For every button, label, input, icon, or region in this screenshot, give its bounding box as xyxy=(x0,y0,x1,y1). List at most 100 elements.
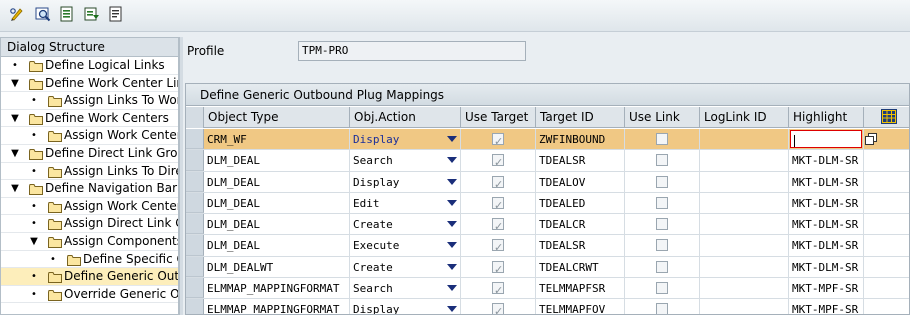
row-selector[interactable] xyxy=(186,192,204,214)
row-selector[interactable] xyxy=(186,235,204,256)
use-link-checkbox[interactable] xyxy=(656,303,668,314)
table-row[interactable]: CRM_WF Display ZWFINBOUND xyxy=(186,129,909,151)
column-header-use-target[interactable]: Use Target xyxy=(461,107,536,128)
obj-action-cell[interactable]: Create xyxy=(350,214,461,235)
use-link-checkbox[interactable] xyxy=(656,239,668,252)
column-header-highlight[interactable]: Highlight xyxy=(789,107,864,128)
use-target-checkbox[interactable] xyxy=(492,131,504,149)
obj-action-cell[interactable]: Display xyxy=(350,299,461,314)
dropdown-arrow-icon[interactable] xyxy=(447,285,457,292)
table-row[interactable]: DLM_DEAL Create TDEALCR MKT-DLM-SR xyxy=(186,214,909,236)
use-target-checkbox xyxy=(461,256,536,278)
table-row[interactable]: DLM_DEALWT Create TDEALCRWT MKT-DLM-SR xyxy=(186,256,909,279)
use-target-checkbox xyxy=(461,150,536,171)
dropdown-arrow-icon[interactable] xyxy=(447,199,457,206)
row-selector[interactable] xyxy=(186,299,204,314)
use-target-checkbox[interactable] xyxy=(492,280,504,298)
tree-item[interactable]: • Assign Direct Link Groups xyxy=(1,215,178,233)
loglink-id-cell xyxy=(700,192,789,214)
tree-item[interactable]: • Define Logical Links xyxy=(1,57,178,75)
tree-item[interactable]: • Define Generic Outbound Plug Mappings xyxy=(1,268,178,286)
table-row[interactable]: ELMMAP_MAPPINGFORMAT Search TELMMAPFSR MKT-… xyxy=(186,278,909,300)
use-target-checkbox[interactable] xyxy=(492,195,504,213)
use-link-checkbox[interactable] xyxy=(656,260,668,273)
use-target-checkbox[interactable] xyxy=(492,174,504,192)
tree-item[interactable]: ▼ Define Navigation Bar Profile xyxy=(1,180,178,198)
expand-arrow-icon[interactable]: ▼ xyxy=(29,233,39,250)
use-target-checkbox[interactable] xyxy=(492,237,504,256)
tree-item[interactable]: ▼ Define Work Centers xyxy=(1,110,178,128)
dropdown-arrow-icon[interactable] xyxy=(447,221,457,228)
tree-item[interactable]: • Assign Work Centers xyxy=(1,198,178,216)
column-header-loglink-id[interactable]: LogLink ID xyxy=(700,107,789,128)
row-selector[interactable] xyxy=(186,150,204,171)
obj-action-cell[interactable]: Search xyxy=(350,150,461,171)
column-header-target-id[interactable]: Target ID xyxy=(536,107,625,128)
tree-item[interactable]: • Override Generic OP Mappings xyxy=(1,286,178,304)
tree-item[interactable]: • Assign Links To Direct Link Groups xyxy=(1,163,178,181)
expand-arrow-icon[interactable]: ▼ xyxy=(10,180,20,197)
dropdown-arrow-icon[interactable] xyxy=(447,157,457,164)
highlight-input[interactable] xyxy=(790,130,862,149)
use-target-checkbox xyxy=(461,299,536,314)
panel-splitter[interactable] xyxy=(179,37,183,315)
dropdown-arrow-icon[interactable] xyxy=(447,242,457,249)
use-target-checkbox[interactable] xyxy=(492,301,504,314)
tree-item[interactable]: ▼ Define Direct Link Groups xyxy=(1,145,178,163)
tree-item-label: Assign Work Centers xyxy=(64,198,179,213)
obj-action-cell[interactable]: Display xyxy=(350,129,461,150)
row-selector[interactable] xyxy=(186,256,204,278)
dropdown-arrow-icon[interactable] xyxy=(447,306,457,313)
dropdown-arrow-icon[interactable] xyxy=(447,136,457,142)
highlight-cell[interactable] xyxy=(789,129,864,150)
table-row[interactable]: DLM_DEAL Execute TDEALSR MKT-DLM-SR xyxy=(186,235,909,257)
use-target-checkbox[interactable] xyxy=(492,216,504,234)
row-selector[interactable] xyxy=(186,171,204,192)
obj-action-cell[interactable]: Display xyxy=(350,171,461,192)
obj-action-cell[interactable]: Create xyxy=(350,256,461,278)
select-all-cell[interactable] xyxy=(186,107,204,128)
table-row[interactable]: DLM_DEAL Display TDEALOV MKT-DLM-SR xyxy=(186,171,909,193)
display-change-icon[interactable] xyxy=(8,5,26,23)
column-header-obj-action[interactable]: Obj.Action xyxy=(350,107,461,128)
use-link-checkbox[interactable] xyxy=(656,133,668,145)
list-icon[interactable] xyxy=(58,5,76,23)
table-row[interactable]: DLM_DEAL Search TDEALSR MKT-DLM-SR xyxy=(186,150,909,172)
table-row[interactable]: DLM_DEAL Edit TDEALED MKT-DLM-SR xyxy=(186,192,909,215)
table-row[interactable]: ELMMAP_MAPPINGFORMAT Display TELMMAPFOV MKT… xyxy=(186,299,909,314)
tree-item[interactable]: ▼ Define Work Center Links xyxy=(1,75,178,93)
column-header-object-type[interactable]: Object Type xyxy=(204,107,350,128)
export-icon[interactable] xyxy=(83,5,101,23)
expand-arrow-icon[interactable]: ▼ xyxy=(10,110,20,127)
find-icon[interactable] xyxy=(34,5,52,23)
table-settings-icon[interactable] xyxy=(881,109,897,124)
dropdown-arrow-icon[interactable] xyxy=(447,263,457,270)
row-selector[interactable] xyxy=(186,129,204,150)
row-selector[interactable] xyxy=(186,278,204,299)
use-link-checkbox[interactable] xyxy=(656,196,668,209)
document-icon[interactable] xyxy=(107,5,125,23)
use-link-checkbox[interactable] xyxy=(656,154,668,167)
tree-item[interactable]: • Define Specific Outbound xyxy=(1,251,178,269)
expand-arrow-icon[interactable]: ▼ xyxy=(10,145,20,162)
obj-action-cell[interactable]: Execute xyxy=(350,235,461,256)
use-link-checkbox[interactable] xyxy=(656,282,668,295)
tree-item[interactable]: ▼ Assign Components To Profile xyxy=(1,233,178,251)
tree-item[interactable]: • Assign Links To Work Centers xyxy=(1,92,178,110)
column-header-use-link[interactable]: Use Link xyxy=(625,107,700,128)
target-id-cell: TELMMAPFSR xyxy=(536,278,625,299)
tree-item[interactable]: • Assign Work Center Links xyxy=(1,127,178,145)
obj-action-cell[interactable]: Search xyxy=(350,278,461,299)
expand-arrow-icon[interactable]: ▼ xyxy=(10,75,20,92)
object-type-cell-text: DLM_DEAL xyxy=(207,154,260,168)
use-link-checkbox[interactable] xyxy=(656,218,668,231)
folder-icon xyxy=(48,95,62,108)
dropdown-arrow-icon[interactable] xyxy=(447,178,457,185)
use-target-checkbox[interactable] xyxy=(492,259,504,277)
copy-icon[interactable] xyxy=(865,133,877,145)
use-link-checkbox[interactable] xyxy=(656,175,668,188)
row-selector[interactable] xyxy=(186,214,204,235)
obj-action-cell[interactable]: Edit xyxy=(350,192,461,214)
use-target-checkbox[interactable] xyxy=(492,152,504,171)
obj-action-cell-text: Search xyxy=(353,154,393,168)
